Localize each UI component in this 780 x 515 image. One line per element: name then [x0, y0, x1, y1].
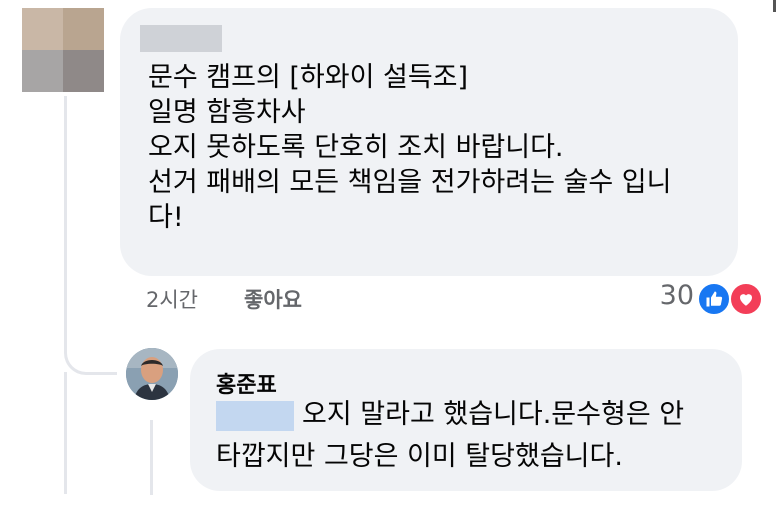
comment-line: 일명 함흥차사 — [148, 97, 306, 128]
comment-line: 선거 패배의 모든 책임을 전가하려는 술수 입니 — [148, 167, 672, 198]
comment-line: 다! — [148, 202, 184, 233]
like-icon — [697, 282, 731, 316]
author-name-redacted[interactable] — [140, 25, 222, 52]
reaction-count[interactable]: 30 — [660, 280, 694, 311]
avatar[interactable] — [22, 8, 104, 92]
thread-line — [64, 96, 67, 346]
comment-timestamp[interactable]: 2시간 — [146, 284, 198, 314]
reply-text-line: 오지 말라고 했습니다.문수형은 안 — [302, 399, 685, 430]
thread-line-lower — [64, 372, 67, 494]
reaction-icons[interactable] — [697, 282, 771, 316]
love-icon — [729, 282, 763, 316]
scrollbar[interactable] — [773, 0, 776, 12]
thread-curve — [64, 330, 117, 375]
comment-line: 오지 못하도록 단호히 조치 바랍니다. — [148, 132, 564, 163]
mention-redacted[interactable] — [216, 401, 294, 431]
comment-bubble: 문수 캠프의 [하와이 설득조] 일명 함흥차사 오지 못하도록 단호히 조치 … — [120, 8, 738, 276]
comment-text: 문수 캠프의 [하와이 설득조] 일명 함흥차사 오지 못하도록 단호히 조치 … — [148, 60, 728, 235]
reply-avatar[interactable] — [126, 348, 178, 400]
reply-thread-line — [150, 420, 153, 495]
like-button[interactable]: 좋아요 — [244, 284, 302, 314]
reply-author-name[interactable]: 홍준표 — [216, 367, 277, 399]
reply-text-line: 타깝지만 그당은 이미 탈당했습니다. — [216, 441, 623, 472]
reply-bubble: 홍준표 오지 말라고 했습니다.문수형은 안 타깝지만 그당은 이미 탈당했습니… — [190, 349, 742, 491]
comment-line: 문수 캠프의 [하와이 설득조] — [148, 62, 469, 93]
